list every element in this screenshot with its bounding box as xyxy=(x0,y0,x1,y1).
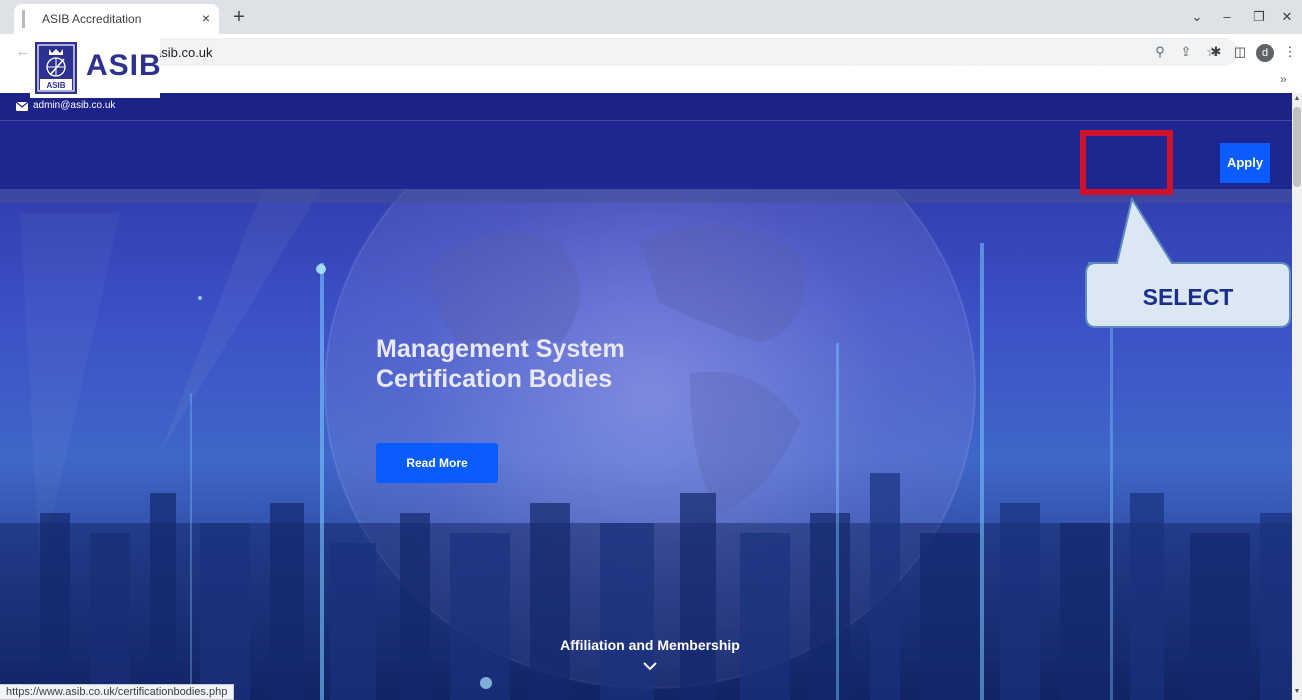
side-panel-icon[interactable]: ◫ xyxy=(1230,42,1250,62)
nav-accreditation-label: Accreditation xyxy=(917,63,1001,78)
read-more-button[interactable]: Read More xyxy=(376,443,498,483)
chevron-down-icon[interactable] xyxy=(643,662,657,670)
mail-icon xyxy=(16,102,28,111)
nav-accreditation[interactable]: Accreditation ⌄ xyxy=(917,63,1015,79)
tab-search-icon[interactable]: ⌄ xyxy=(1184,6,1210,28)
affiliation-heading[interactable]: Affiliation and Membership xyxy=(0,637,1300,653)
tab-strip-edge xyxy=(0,4,14,34)
logo-seal-text: ASIB xyxy=(46,81,65,90)
chevron-down-icon: ⌄ xyxy=(1074,63,1086,78)
bookmarks-overflow-icon[interactable]: » xyxy=(1280,72,1287,86)
nav-home[interactable]: Home ⌄ xyxy=(780,63,831,79)
nav-about-us[interactable]: About us ⌄ xyxy=(839,63,910,79)
contact-email-link[interactable]: admin@asib.co.uk xyxy=(33,100,115,111)
nav-sectors[interactable]: Sectors ⌄ xyxy=(1023,63,1085,79)
page-scrollbar[interactable]: ▲ ▼ xyxy=(1292,93,1302,700)
asib-seal-icon: ASIB xyxy=(35,42,77,94)
profile-avatar[interactable]: d xyxy=(1256,44,1274,62)
url-text: asib.co.uk xyxy=(154,45,213,60)
share-icon[interactable]: ⇪ xyxy=(1176,42,1196,62)
tab-title: ASIB Accreditation xyxy=(42,12,142,26)
close-window-icon[interactable]: ✕ xyxy=(1274,6,1300,28)
browser-tab-strip: ASIB Accreditation × + ⌄ – ❐ ✕ xyxy=(0,0,1302,34)
tab-favicon-icon xyxy=(22,10,25,28)
scroll-thumb[interactable] xyxy=(1293,107,1301,187)
nav-about-label: About us xyxy=(839,63,896,78)
nav-home-label: Home xyxy=(780,63,817,78)
chevron-down-icon: ⌄ xyxy=(898,63,910,78)
nav-contact[interactable]: Contact xyxy=(1162,63,1210,78)
kebab-menu-icon[interactable]: ⋮ xyxy=(1280,42,1300,62)
apply-button[interactable]: Apply xyxy=(1220,143,1270,183)
hero-title: Management System Certification Bodies xyxy=(376,334,736,394)
hero-title-line-2: Certification Bodies xyxy=(376,365,613,393)
browser-tab-active[interactable]: ASIB Accreditation × xyxy=(14,4,219,34)
site-logo[interactable]: ASIB ASIB xyxy=(30,38,162,98)
chevron-down-icon: ⌄ xyxy=(819,63,831,78)
site-top-bar: admin@asib.co.uk xyxy=(0,93,1292,121)
highlight-box xyxy=(1080,130,1173,195)
scroll-down-icon[interactable]: ▼ xyxy=(1293,688,1301,696)
nav-sectors-label: Sectors xyxy=(1023,63,1071,78)
new-tab-icon[interactable]: + xyxy=(228,6,250,28)
address-bar[interactable]: asib.co.uk ⚲ ⇪ ☆ xyxy=(122,38,1238,66)
scroll-up-icon[interactable]: ▲ xyxy=(1293,95,1301,103)
logo-wordmark: ASIB xyxy=(86,49,162,82)
status-bar-url: https://www.asib.co.uk/certificationbodi… xyxy=(0,684,235,700)
nav-directory[interactable]: Directory xyxy=(1091,63,1148,78)
chevron-down-icon: ⌄ xyxy=(1003,63,1015,78)
tab-close-icon[interactable]: × xyxy=(198,10,214,26)
minimize-icon[interactable]: – xyxy=(1214,6,1240,28)
magnifier-icon[interactable]: ⚲ xyxy=(1150,42,1170,62)
restore-icon[interactable]: ❐ xyxy=(1246,6,1272,28)
callout-label: SELECT xyxy=(1142,284,1234,310)
puzzle-icon[interactable]: ✱ xyxy=(1206,42,1226,62)
hero-title-line-1: Management System xyxy=(376,335,625,363)
